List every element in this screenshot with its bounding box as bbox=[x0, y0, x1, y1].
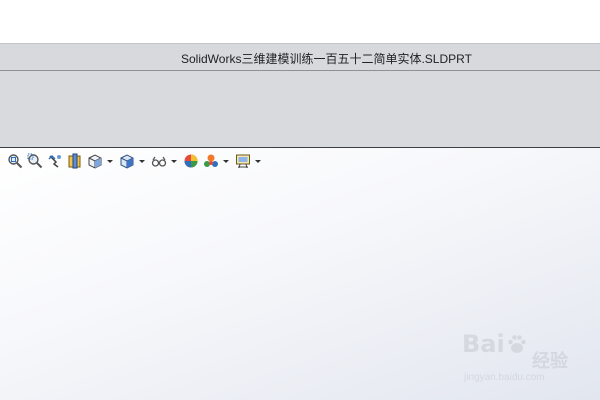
view-orientation-icon[interactable] bbox=[86, 152, 104, 170]
display-style-dropdown-icon[interactable] bbox=[138, 152, 146, 170]
section-view-icon[interactable] bbox=[66, 152, 84, 170]
heads-up-view-toolbar bbox=[6, 152, 266, 170]
view-settings-icon[interactable] bbox=[234, 152, 252, 170]
window-title: SolidWorks三维建模训练一百五十二简单实体.SLDPRT bbox=[181, 52, 472, 66]
graphics-area[interactable]: Bai 经验 jingyan.baidu.com bbox=[0, 148, 600, 400]
display-style-icon[interactable] bbox=[118, 152, 136, 170]
apply-scene-dropdown-icon[interactable] bbox=[222, 152, 230, 170]
jingyan-url: jingyan.baidu.com bbox=[464, 372, 545, 383]
baidu-paw-icon bbox=[507, 335, 526, 353]
baidu-jingyan-watermark: Bai 经验 jingyan.baidu.com bbox=[462, 330, 592, 390]
zoom-to-fit-icon[interactable] bbox=[6, 152, 24, 170]
previous-view-icon[interactable] bbox=[46, 152, 64, 170]
zoom-to-area-icon[interactable] bbox=[26, 152, 44, 170]
baidu-logo: Bai bbox=[462, 330, 529, 358]
hide-show-items-dropdown-icon[interactable] bbox=[170, 152, 178, 170]
solidworks-window: SolidWorks三维建模训练一百五十二简单实体.SLDPRT Bai 经验 … bbox=[0, 0, 600, 400]
hide-show-items-icon[interactable] bbox=[150, 152, 168, 170]
baidu-logo-text: Bai bbox=[462, 330, 505, 358]
jingyan-label: 经验 bbox=[532, 351, 568, 371]
command-manager-ribbon bbox=[0, 71, 600, 148]
view-settings-dropdown-icon[interactable] bbox=[254, 152, 262, 170]
apply-scene-icon[interactable] bbox=[202, 152, 220, 170]
edit-appearance-icon[interactable] bbox=[182, 152, 200, 170]
view-orientation-dropdown-icon[interactable] bbox=[106, 152, 114, 170]
title-bar: SolidWorks三维建模训练一百五十二简单实体.SLDPRT bbox=[0, 43, 600, 71]
top-margin bbox=[0, 0, 600, 43]
